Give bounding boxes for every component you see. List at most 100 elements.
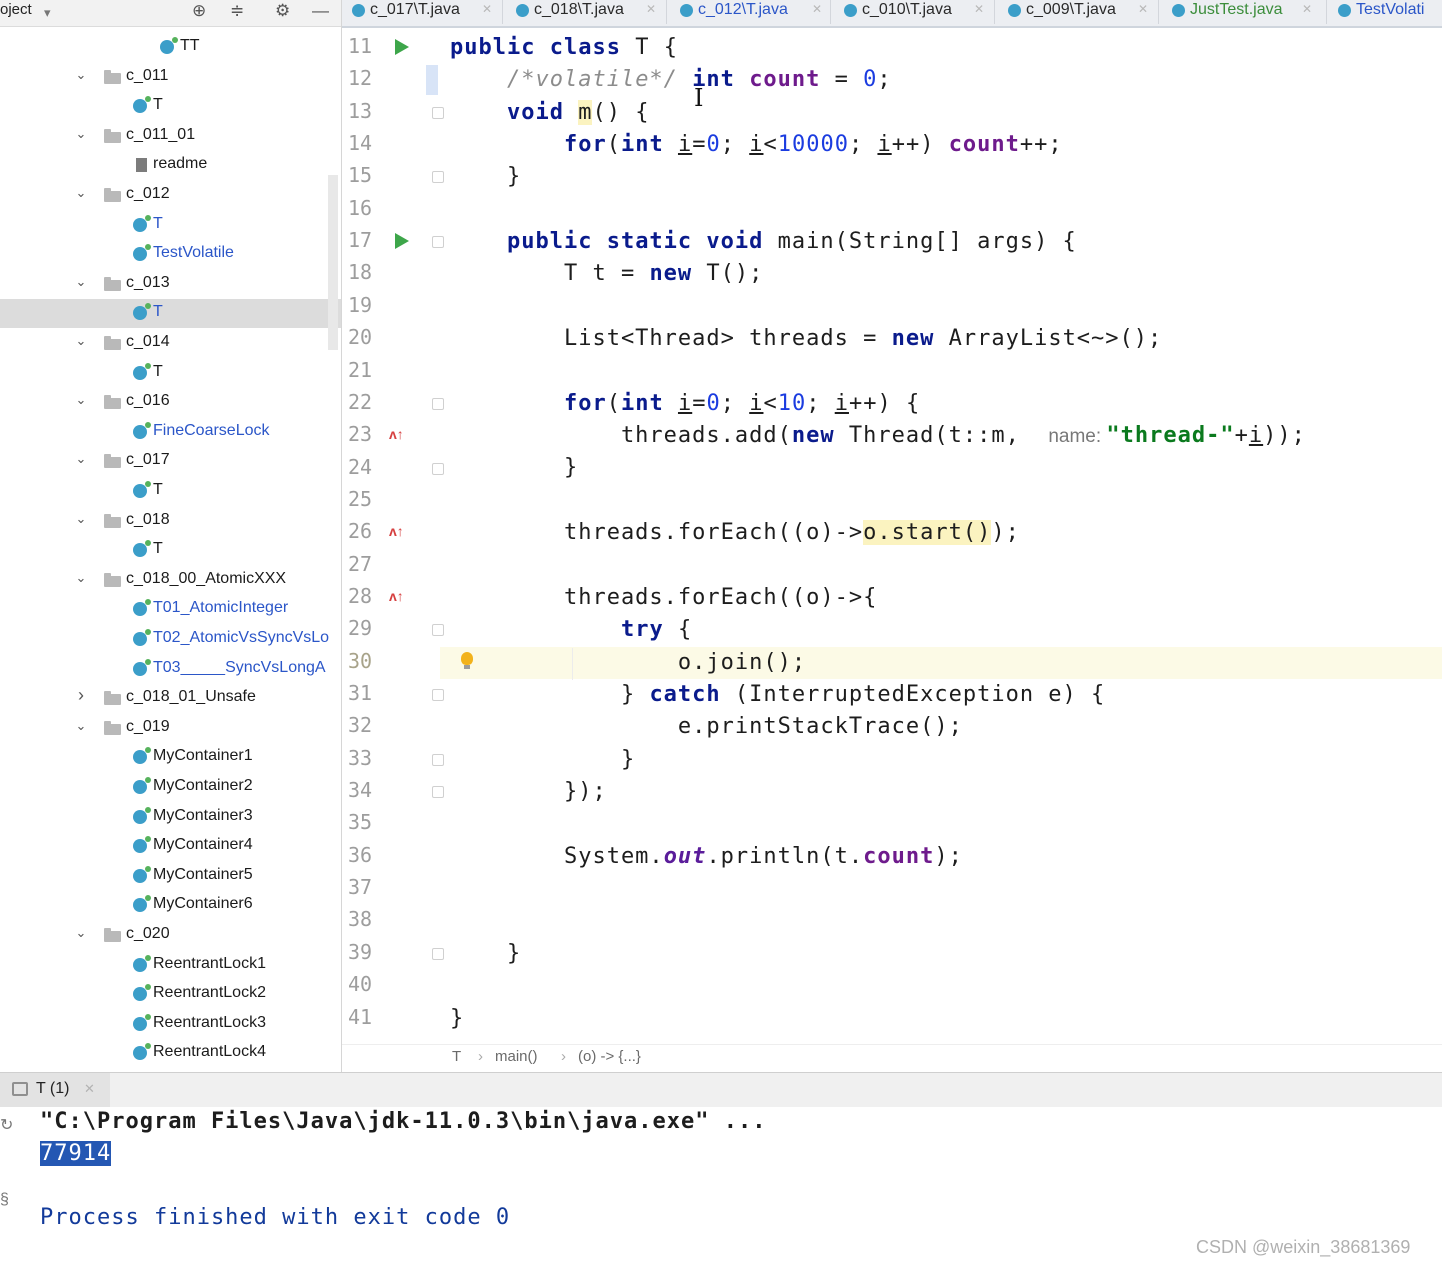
- tab-c018-t[interactable]: c_018\T.java ✕: [506, 0, 667, 24]
- fold-toggle-icon[interactable]: [432, 753, 444, 766]
- line-number[interactable]: 27: [348, 552, 388, 576]
- line-number[interactable]: 18: [348, 260, 388, 284]
- tree-file-row[interactable]: T: [0, 299, 341, 329]
- chevron-right-icon[interactable]: ›: [74, 685, 88, 706]
- tree-package-row[interactable]: ⌄ c_019: [0, 714, 328, 743]
- tree-file-row[interactable]: MyContainer5: [0, 862, 328, 891]
- breadcrumb-item[interactable]: T: [452, 1048, 461, 1065]
- line-number[interactable]: 31: [348, 681, 388, 705]
- code-editor[interactable]: 11 12 13 14 15 16 17 18 19 20 21 22 23 ʌ↑ 24 25 26 ʌ↑ 27 28…: [342, 28, 1442, 1072]
- chevron-down-icon[interactable]: ⌄: [74, 570, 88, 586]
- line-number[interactable]: 21: [348, 358, 388, 382]
- close-icon[interactable]: ✕: [1302, 2, 1312, 16]
- chevron-down-icon[interactable]: ⌄: [74, 392, 88, 408]
- fold-toggle-icon[interactable]: [432, 786, 444, 799]
- fold-toggle-icon[interactable]: [432, 236, 444, 249]
- close-icon[interactable]: ✕: [812, 2, 822, 16]
- line-number[interactable]: 14: [348, 131, 388, 155]
- lambda-marker-icon[interactable]: ʌ↑: [389, 588, 404, 604]
- line-number[interactable]: 25: [348, 487, 388, 511]
- fold-toggle-icon[interactable]: [432, 947, 444, 960]
- close-icon[interactable]: ✕: [1138, 2, 1148, 16]
- tree-package-row[interactable]: ⌄ c_013: [0, 270, 328, 299]
- tree-file-row[interactable]: ReentrantLock4: [0, 1039, 328, 1068]
- chevron-down-icon[interactable]: ⌄: [74, 718, 88, 734]
- chevron-down-icon[interactable]: ⌄: [74, 333, 88, 349]
- tree-file-row[interactable]: T: [0, 477, 328, 506]
- tree-file-row[interactable]: T03_____SyncVsLongA: [0, 655, 328, 684]
- tab-justtest[interactable]: JustTest.java ✕: [1162, 0, 1327, 24]
- line-number[interactable]: 15: [348, 163, 388, 187]
- crosshair-icon[interactable]: ⊕: [192, 0, 206, 22]
- chevron-down-icon[interactable]: ⌄: [74, 185, 88, 201]
- line-number[interactable]: 16: [348, 196, 388, 220]
- tree-file-row[interactable]: ReentrantLock1: [0, 951, 328, 980]
- line-number[interactable]: 12: [348, 66, 388, 90]
- tree-file-row[interactable]: T: [0, 359, 328, 388]
- run-icon[interactable]: [395, 39, 409, 55]
- line-number[interactable]: 23: [348, 422, 388, 446]
- fold-toggle-icon[interactable]: [432, 462, 444, 475]
- tab-c017-t[interactable]: c_017\T.java ✕: [342, 0, 503, 24]
- project-scrollbar[interactable]: [328, 175, 338, 350]
- close-icon[interactable]: ✕: [482, 2, 492, 16]
- tree-package-row[interactable]: ⌄ c_018: [0, 507, 328, 536]
- line-number[interactable]: 33: [348, 746, 388, 770]
- chevron-down-icon[interactable]: ⌄: [74, 126, 88, 142]
- fold-toggle-icon[interactable]: [432, 106, 444, 119]
- tab-c009-t[interactable]: c_009\T.java ✕: [998, 0, 1159, 24]
- tree-file-row[interactable]: readme: [0, 151, 328, 180]
- line-number[interactable]: 28: [348, 584, 388, 608]
- stop-icon[interactable]: §: [0, 1191, 9, 1209]
- tree-package-row[interactable]: ⌄ c_011: [0, 63, 328, 92]
- tree-file-row[interactable]: T01_AtomicInteger: [0, 595, 328, 624]
- line-number[interactable]: 20: [348, 325, 388, 349]
- collapse-icon[interactable]: ≑: [230, 0, 244, 22]
- console-output-value[interactable]: 77914: [40, 1141, 112, 1166]
- line-number[interactable]: 30: [348, 649, 388, 673]
- tab-testvolatile[interactable]: TestVolati: [1328, 0, 1442, 24]
- line-number[interactable]: 17: [348, 228, 388, 252]
- fold-toggle-icon[interactable]: [432, 397, 444, 410]
- tree-package-row[interactable]: ⌄ c_011_01: [0, 122, 328, 151]
- tab-c012-t[interactable]: c_012\T.java ✕: [670, 0, 831, 24]
- line-number[interactable]: 39: [348, 940, 388, 964]
- minimize-icon[interactable]: —: [312, 0, 329, 22]
- fold-toggle-icon[interactable]: [432, 171, 444, 184]
- line-number[interactable]: 24: [348, 455, 388, 479]
- tree-file-row[interactable]: FineCoarseLock: [0, 418, 328, 447]
- tree-file-row[interactable]: TestVolatile: [0, 240, 328, 269]
- line-number[interactable]: 41: [348, 1005, 388, 1029]
- line-number[interactable]: 40: [348, 972, 388, 996]
- close-icon[interactable]: ✕: [84, 1081, 95, 1097]
- line-number[interactable]: 29: [348, 616, 388, 640]
- chevron-down-icon[interactable]: ▾: [44, 2, 51, 24]
- tree-file-row[interactable]: MyContainer4: [0, 832, 328, 861]
- line-number[interactable]: 32: [348, 713, 388, 737]
- tree-file-row[interactable]: ReentrantLock3: [0, 1010, 328, 1039]
- tree-package-row[interactable]: ⌄ c_016: [0, 388, 328, 417]
- tree-package-row[interactable]: ⌄ c_017: [0, 447, 328, 476]
- close-icon[interactable]: ✕: [646, 2, 656, 16]
- tree-file-row[interactable]: MyContainer1: [0, 743, 328, 772]
- tree-package-row[interactable]: ⌄ c_014: [0, 329, 328, 358]
- line-number[interactable]: 11: [348, 34, 388, 58]
- tree-file-row[interactable]: MyContainer3: [0, 803, 328, 832]
- breadcrumb-item[interactable]: main(): [495, 1048, 538, 1065]
- tree-package-row[interactable]: ⌄ c_020: [0, 921, 328, 950]
- chevron-down-icon[interactable]: ⌄: [74, 925, 88, 941]
- tree-file-row[interactable]: ReentrantLock2: [0, 980, 328, 1009]
- tree-package-row[interactable]: ⌄ c_018_00_AtomicXXX: [0, 566, 328, 595]
- tree-package-row[interactable]: ⌄ c_012: [0, 181, 328, 210]
- tree-file-row[interactable]: MyContainer2: [0, 773, 328, 802]
- fold-toggle-icon[interactable]: [432, 689, 444, 701]
- close-icon[interactable]: ✕: [974, 2, 984, 16]
- chevron-down-icon[interactable]: ⌄: [74, 451, 88, 467]
- chevron-down-icon[interactable]: ⌄: [74, 511, 88, 527]
- line-number[interactable]: 38: [348, 907, 388, 931]
- breadcrumb-item[interactable]: (o) -> {...}: [578, 1048, 641, 1065]
- tree-file-row[interactable]: T: [0, 211, 328, 240]
- run-tab[interactable]: T (1) ✕: [0, 1073, 110, 1107]
- line-number[interactable]: 26: [348, 519, 388, 543]
- tree-file-row[interactable]: MyContainer6: [0, 891, 328, 920]
